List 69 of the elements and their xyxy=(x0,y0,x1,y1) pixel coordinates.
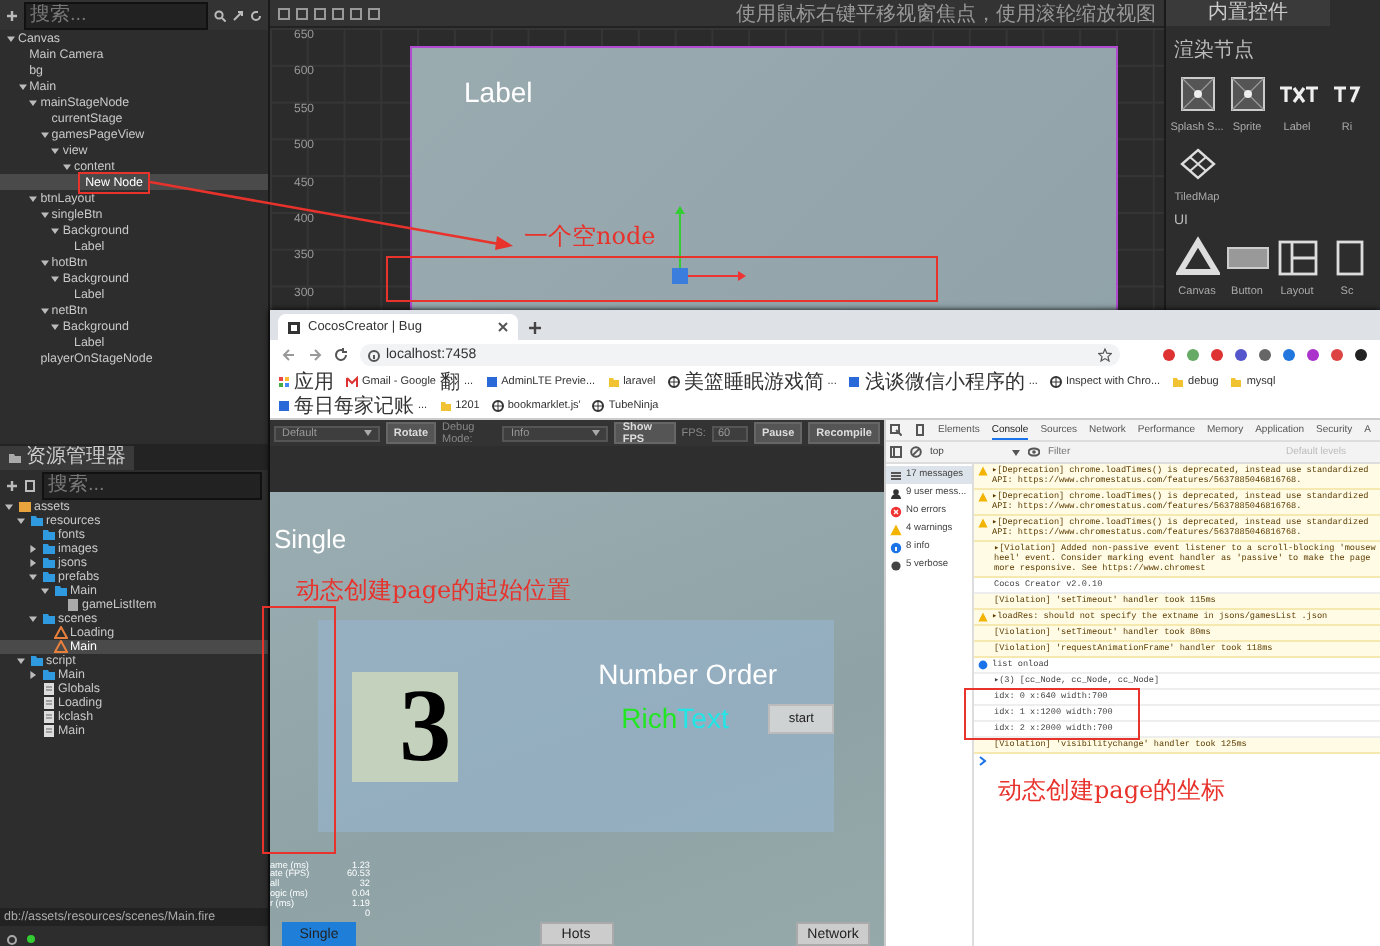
globe-icon xyxy=(592,400,605,412)
site-logo-icon xyxy=(288,321,300,333)
warning-icon xyxy=(890,523,902,535)
annotation-text: 一个空node xyxy=(524,220,656,254)
globe-icon xyxy=(1049,376,1062,388)
splash-node-icon xyxy=(1175,72,1219,116)
globe-icon xyxy=(667,376,680,388)
panel-tab[interactable]: 资源管理器 xyxy=(0,446,134,470)
search-field[interactable]: 搜索... xyxy=(24,1,208,29)
folder-icon xyxy=(1230,376,1243,388)
layout-node-icon xyxy=(1275,236,1319,280)
collapse-icon[interactable] xyxy=(232,9,244,21)
status-dot-icon xyxy=(26,934,36,944)
add-icon[interactable] xyxy=(6,9,18,21)
prompt-icon[interactable] xyxy=(978,756,988,766)
error-icon xyxy=(890,505,902,517)
caret-icon xyxy=(592,430,601,436)
gear-icon xyxy=(6,933,18,945)
close-icon[interactable] xyxy=(498,322,508,332)
star-icon[interactable] xyxy=(1098,348,1112,362)
bug-icon xyxy=(890,559,902,571)
annotation-box xyxy=(77,171,151,193)
hint-text: 使用鼠标右键平移视窗焦点，使用滚轮缩放视图 xyxy=(736,1,1156,27)
info-icon xyxy=(368,349,380,361)
caret-icon xyxy=(363,430,372,436)
number-image: 3 xyxy=(352,672,458,782)
bookmark[interactable]: 应用 xyxy=(278,370,334,394)
canvas-node-icon xyxy=(1175,236,1219,280)
folder-icon xyxy=(607,376,620,388)
rich-text-label: RichText xyxy=(621,702,729,734)
info-icon xyxy=(890,541,902,553)
refresh-icon[interactable] xyxy=(250,9,262,21)
mail-icon xyxy=(346,376,358,388)
annotation-text: 动态创建page的起始位置 xyxy=(296,574,572,608)
list-icon xyxy=(890,469,902,481)
annotation-text: 动态创建page的坐标 xyxy=(998,774,1226,808)
folder-icon xyxy=(1172,376,1185,388)
sidebar-icon[interactable] xyxy=(890,446,902,458)
user-icon xyxy=(890,487,902,499)
expand-arrow-icon[interactable] xyxy=(28,614,38,624)
site-icon xyxy=(485,376,498,388)
scene-label: Label xyxy=(464,76,533,108)
back-icon[interactable] xyxy=(282,348,296,362)
apps-grid-icon xyxy=(278,376,290,388)
new-tab-icon[interactable] xyxy=(526,316,544,340)
add-icon[interactable] xyxy=(6,479,18,491)
info-icon xyxy=(978,660,988,670)
folder-icon xyxy=(8,452,22,464)
clear-icon[interactable] xyxy=(910,446,922,458)
section-title: 渲染节点 xyxy=(1174,37,1256,64)
device-icon[interactable] xyxy=(914,424,926,436)
search-icon[interactable] xyxy=(214,9,226,21)
page-title: Single xyxy=(274,524,349,554)
assets-folder-icon xyxy=(17,500,31,514)
reload-icon[interactable] xyxy=(334,348,348,362)
expand-arrow-icon[interactable] xyxy=(6,33,16,43)
card-title: Number Order xyxy=(598,658,778,690)
folder-icon xyxy=(439,400,452,412)
sprite-node-icon xyxy=(1225,72,1269,116)
forward-icon[interactable] xyxy=(308,348,322,362)
inspect-icon[interactable] xyxy=(890,424,902,436)
site-icon xyxy=(278,400,290,412)
eye-icon[interactable] xyxy=(1028,446,1040,458)
globe-icon xyxy=(491,400,504,412)
search-field[interactable]: 搜索... xyxy=(42,471,262,499)
sort-icon[interactable] xyxy=(24,479,36,491)
prefab-icon xyxy=(65,598,79,612)
panel-tab[interactable]: 内置控件 xyxy=(1166,0,1330,26)
site-icon xyxy=(848,376,861,388)
